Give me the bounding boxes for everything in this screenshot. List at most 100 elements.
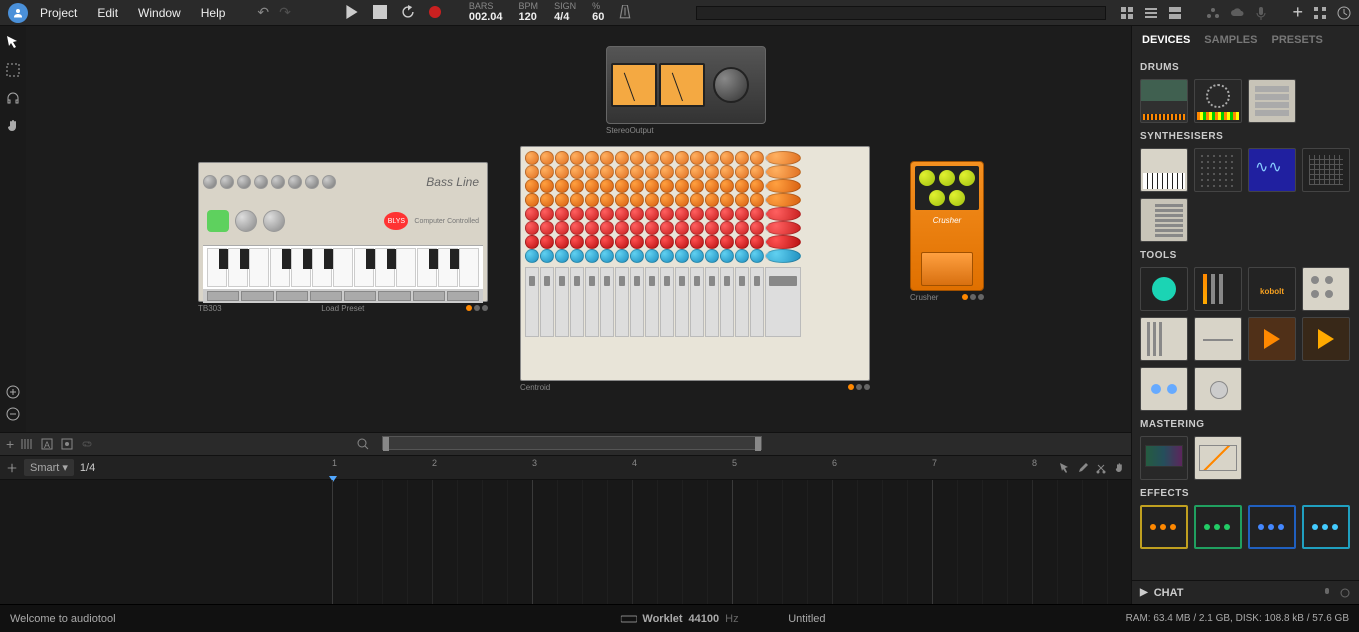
mixer-knob[interactable] bbox=[660, 221, 674, 235]
mixer-knob[interactable] bbox=[615, 193, 629, 207]
mixer-knob[interactable] bbox=[555, 193, 569, 207]
pct-value[interactable]: 60 bbox=[592, 11, 604, 23]
mixer-knob[interactable] bbox=[735, 221, 749, 235]
hand-tool[interactable] bbox=[5, 118, 21, 134]
mixer-knob[interactable] bbox=[600, 179, 614, 193]
mixer-knob[interactable] bbox=[690, 207, 704, 221]
mixer-knob[interactable] bbox=[585, 165, 599, 179]
hand-tool-timeline[interactable] bbox=[1113, 462, 1125, 474]
mixer-knob[interactable] bbox=[585, 249, 599, 263]
mixer-knob[interactable] bbox=[750, 249, 764, 263]
overview-ruler[interactable] bbox=[696, 6, 1106, 20]
add-button[interactable]: + bbox=[1292, 2, 1303, 23]
loop-button[interactable] bbox=[401, 5, 415, 19]
tab-presets[interactable]: PRESETS bbox=[1271, 34, 1322, 46]
mixer-knob[interactable] bbox=[675, 165, 689, 179]
pattern-knob[interactable] bbox=[235, 210, 257, 232]
mixer-knob[interactable] bbox=[660, 249, 674, 263]
mixer-knob[interactable] bbox=[585, 193, 599, 207]
mixer-fader[interactable] bbox=[660, 267, 674, 337]
mixer-knob[interactable] bbox=[615, 179, 629, 193]
mixer-fader[interactable] bbox=[630, 267, 644, 337]
mixer-knob[interactable] bbox=[675, 179, 689, 193]
bassline-bottom-button[interactable] bbox=[344, 291, 376, 301]
mixer-knob[interactable] bbox=[570, 207, 584, 221]
mixer-knob[interactable] bbox=[690, 165, 704, 179]
mixer-knob[interactable] bbox=[660, 151, 674, 165]
master-volume-knob[interactable] bbox=[713, 67, 749, 103]
mixer-knob[interactable] bbox=[720, 179, 734, 193]
mixer-knob[interactable] bbox=[630, 221, 644, 235]
mixer-knob[interactable] bbox=[720, 235, 734, 249]
bassline-bottom-button[interactable] bbox=[413, 291, 445, 301]
zoom-in-button[interactable] bbox=[5, 384, 21, 400]
mixer-knob[interactable] bbox=[705, 151, 719, 165]
mixer-knob[interactable] bbox=[540, 165, 554, 179]
bassline-knob[interactable] bbox=[288, 175, 302, 189]
mixer-knob[interactable] bbox=[690, 179, 704, 193]
mixer-fader[interactable] bbox=[675, 267, 689, 337]
automation-icon[interactable]: A bbox=[40, 437, 54, 451]
mixer-master-fader[interactable] bbox=[765, 267, 801, 337]
bassline-bottom-button[interactable] bbox=[207, 291, 239, 301]
bpm-value[interactable]: 120 bbox=[519, 11, 539, 23]
mixer-knob[interactable] bbox=[705, 165, 719, 179]
mixer-knob[interactable] bbox=[705, 235, 719, 249]
crusher-pedal-device[interactable]: Crusher Crusher bbox=[910, 161, 984, 302]
mixer-fader[interactable] bbox=[585, 267, 599, 337]
mixer-knob[interactable] bbox=[570, 221, 584, 235]
mixer-knob[interactable] bbox=[540, 179, 554, 193]
bassline-knob[interactable] bbox=[203, 175, 217, 189]
record-button[interactable] bbox=[429, 6, 441, 18]
mixer-knob[interactable] bbox=[555, 165, 569, 179]
menu-help[interactable]: Help bbox=[193, 2, 234, 24]
mixer-knob[interactable] bbox=[690, 249, 704, 263]
tab-devices[interactable]: DEVICES bbox=[1142, 34, 1190, 46]
marker-icon[interactable] bbox=[60, 437, 74, 451]
mixer-knob[interactable] bbox=[720, 207, 734, 221]
mic-icon[interactable] bbox=[1254, 6, 1268, 20]
bars-icon[interactable] bbox=[20, 437, 34, 451]
mixer-knob[interactable] bbox=[660, 165, 674, 179]
mixer-fader[interactable] bbox=[525, 267, 539, 337]
mixer-knob[interactable] bbox=[720, 193, 734, 207]
device-thumb-meter[interactable] bbox=[1194, 267, 1242, 311]
mixer-knob[interactable] bbox=[735, 165, 749, 179]
view-split-icon[interactable] bbox=[1168, 6, 1182, 20]
mixer-master-knob[interactable] bbox=[765, 207, 801, 221]
mixer-knob[interactable] bbox=[585, 151, 599, 165]
mixer-knob[interactable] bbox=[525, 179, 539, 193]
device-thumb-machiniste[interactable] bbox=[1194, 79, 1242, 123]
device-thumb-fx2[interactable] bbox=[1194, 505, 1242, 549]
cloud-icon[interactable] bbox=[1230, 6, 1244, 20]
mixer-knob[interactable] bbox=[690, 221, 704, 235]
mixer-knob[interactable] bbox=[630, 207, 644, 221]
mixer-knob[interactable] bbox=[720, 221, 734, 235]
mixer-knob[interactable] bbox=[660, 235, 674, 249]
mixer-knob[interactable] bbox=[720, 249, 734, 263]
mixer-knob[interactable] bbox=[570, 165, 584, 179]
mixer-knob[interactable] bbox=[705, 193, 719, 207]
bassline-load-preset[interactable]: Load Preset bbox=[321, 304, 364, 313]
mixer-knob[interactable] bbox=[705, 179, 719, 193]
centroid-mixer-device[interactable]: Centroid bbox=[520, 146, 870, 392]
mixer-knob[interactable] bbox=[615, 221, 629, 235]
device-thumb-fx1[interactable] bbox=[1140, 505, 1188, 549]
mixer-knob[interactable] bbox=[750, 151, 764, 165]
crusher-knob[interactable] bbox=[949, 190, 965, 206]
bassline-bottom-button[interactable] bbox=[310, 291, 342, 301]
mixer-knob[interactable] bbox=[705, 249, 719, 263]
chat-mic-icon[interactable] bbox=[1321, 587, 1333, 599]
mixer-knob[interactable] bbox=[735, 207, 749, 221]
mixer-fader[interactable] bbox=[555, 267, 569, 337]
mixer-knob[interactable] bbox=[615, 151, 629, 165]
mixer-knob[interactable] bbox=[525, 221, 539, 235]
stop-button[interactable] bbox=[373, 5, 387, 19]
pointer-tool[interactable] bbox=[5, 34, 21, 50]
mixer-knob[interactable] bbox=[630, 235, 644, 249]
mixer-master-knob[interactable] bbox=[765, 165, 801, 179]
bassline-bottom-button[interactable] bbox=[276, 291, 308, 301]
mixer-fader[interactable] bbox=[735, 267, 749, 337]
mixer-knob[interactable] bbox=[645, 151, 659, 165]
pencil-tool-timeline[interactable] bbox=[1077, 462, 1089, 474]
